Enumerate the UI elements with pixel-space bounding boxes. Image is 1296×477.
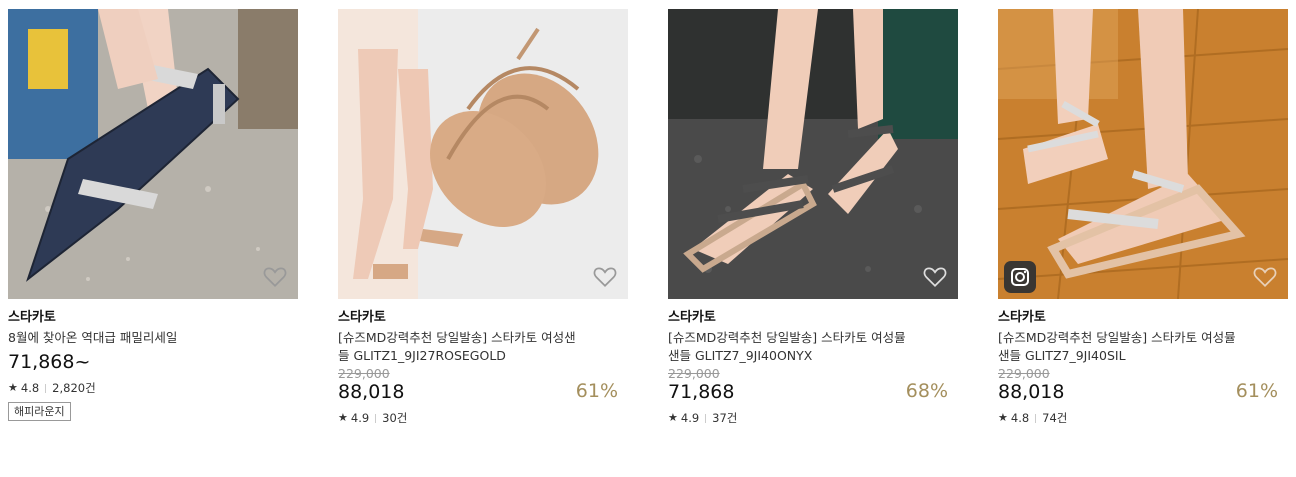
sale-price: 71,868~	[8, 351, 91, 373]
star-icon: ★	[668, 411, 678, 424]
sale-price: 71,868	[668, 381, 735, 403]
product-title[interactable]: 8월에 찾아온 역대급 패밀리세일	[8, 329, 293, 347]
product-title[interactable]: [슈즈MD강력추천 당일발송] 스타카토 여성뮬 샌들 GLITZ7_9JI40…	[668, 329, 953, 365]
promo-badge: 해피라운지	[8, 402, 71, 421]
rating-value: 4.8	[1010, 411, 1030, 425]
sandal-photo	[338, 9, 628, 299]
divider	[45, 383, 47, 393]
product-title-line1: [슈즈MD강력추천 당일발송] 스타카토 여성샌	[338, 330, 576, 345]
rating-row: ★ 4.8 2,820건	[8, 381, 298, 395]
discount-rate: 61%	[575, 380, 618, 402]
review-count: 37건	[712, 411, 738, 425]
sale-price: 88,018	[998, 381, 1065, 403]
instagram-glyph	[1011, 268, 1029, 286]
divider	[1035, 413, 1037, 423]
review-count: 2,820건	[52, 381, 96, 395]
product-card[interactable]: 스타카토 [슈즈MD강력추천 당일발송] 스타카토 여성샌 들 GLITZ1_9…	[338, 9, 628, 425]
product-title[interactable]: [슈즈MD강력추천 당일발송] 스타카토 여성뮬 샌들 GLITZ7_9JI40…	[998, 329, 1283, 365]
product-title-line2: 샌들 GLITZ7_9JI40ONYX	[668, 348, 813, 363]
instagram-icon[interactable]	[1004, 261, 1036, 293]
product-title[interactable]: [슈즈MD강력추천 당일발송] 스타카토 여성샌 들 GLITZ1_9JI27R…	[338, 329, 623, 365]
product-image[interactable]	[998, 9, 1288, 299]
discount-rate: 68%	[905, 380, 948, 402]
divider	[375, 413, 377, 423]
heart-outline-icon[interactable]	[262, 263, 288, 289]
review-count: 74건	[1042, 411, 1068, 425]
brand-name[interactable]: 스타카토	[338, 310, 628, 326]
heart-outline-icon[interactable]	[592, 263, 618, 289]
product-card[interactable]: 스타카토 [슈즈MD강력추천 당일발송] 스타카토 여성뮬 샌들 GLITZ7_…	[668, 9, 958, 425]
rating-value: 4.9	[680, 411, 700, 425]
rating-row: ★ 4.9 30건	[338, 411, 628, 425]
discount-rate: 61%	[1235, 380, 1278, 402]
heart-outline-icon[interactable]	[1252, 263, 1278, 289]
star-icon: ★	[338, 411, 348, 424]
product-card[interactable]: 스타카토 [슈즈MD강력추천 당일발송] 스타카토 여성뮬 샌들 GLITZ7_…	[998, 9, 1288, 425]
product-title-line1: [슈즈MD강력추천 당일발송] 스타카토 여성뮬	[998, 330, 1236, 345]
sandal-photo	[668, 9, 958, 299]
product-image[interactable]	[668, 9, 958, 299]
product-title-line1: 8월에 찾아온 역대급 패밀리세일	[8, 330, 178, 345]
heart-outline-icon[interactable]	[922, 263, 948, 289]
mule-photo	[8, 9, 298, 299]
rating-row: ★ 4.8 74건	[998, 411, 1288, 425]
sandal-photo	[998, 9, 1288, 299]
divider	[705, 413, 707, 423]
product-image[interactable]	[338, 9, 628, 299]
original-price: 229,000	[998, 366, 1050, 381]
brand-name[interactable]: 스타카토	[8, 310, 298, 326]
product-title-line2: 들 GLITZ1_9JI27ROSEGOLD	[338, 348, 506, 363]
product-title-line1: [슈즈MD강력추천 당일발송] 스타카토 여성뮬	[668, 330, 906, 345]
brand-name[interactable]: 스타카토	[998, 310, 1288, 326]
product-image[interactable]	[8, 9, 298, 299]
star-icon: ★	[8, 381, 18, 394]
rating-value: 4.9	[350, 411, 370, 425]
original-price: 229,000	[668, 366, 720, 381]
review-count: 30건	[382, 411, 408, 425]
product-title-line2: 샌들 GLITZ7_9JI40SIL	[998, 348, 1126, 363]
sale-price: 88,018	[338, 381, 405, 403]
rating-value: 4.8	[20, 381, 40, 395]
product-card[interactable]: 스타카토 8월에 찾아온 역대급 패밀리세일 71,868~ ★ 4.8 2,8…	[8, 9, 298, 421]
brand-name[interactable]: 스타카토	[668, 310, 958, 326]
rating-row: ★ 4.9 37건	[668, 411, 958, 425]
star-icon: ★	[998, 411, 1008, 424]
original-price: 229,000	[338, 366, 390, 381]
